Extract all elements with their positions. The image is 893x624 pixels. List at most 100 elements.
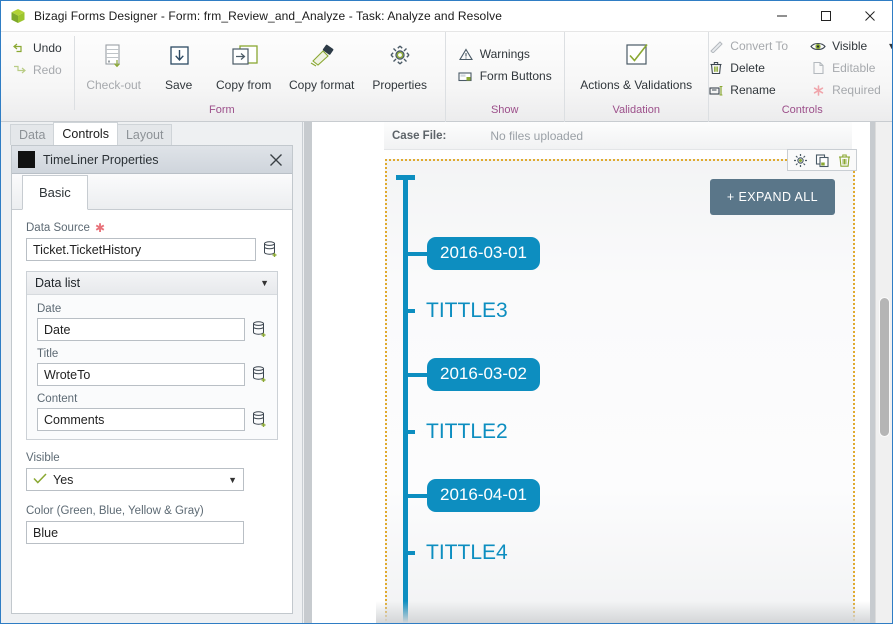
timeline-date-pill[interactable]: 2016-03-02 (427, 358, 540, 391)
rename-icon (708, 82, 724, 98)
warnings-button[interactable]: Warnings (452, 43, 558, 65)
delete-button[interactable]: Delete (702, 57, 794, 79)
required-toggle[interactable]: Required (804, 79, 892, 101)
actions-validations-button[interactable]: Actions & Validations (566, 32, 706, 104)
timeline-tick (403, 372, 427, 377)
data-source-label-row: Data Source ✱ (26, 222, 278, 234)
properties-panel-header: TimeLiner Properties (12, 146, 292, 174)
main-content: Data Controls Layout TimeLiner Propertie… (1, 122, 892, 623)
ribbon-group-show: Warnings Form Buttons Show (446, 32, 565, 122)
form-canvas: Case File: No files uploaded + EXPAND AL… (304, 122, 892, 623)
properties-label: Properties (372, 78, 428, 92)
timeline-axis-cap (396, 175, 415, 180)
timeline-title-text[interactable]: TITTLE3 (426, 300, 508, 321)
database-add-icon[interactable] (251, 411, 267, 429)
canvas-scrollbar-thumb[interactable] (879, 297, 890, 437)
convert-to-button[interactable]: Convert To (702, 35, 794, 57)
editable-toggle[interactable]: Editable (804, 57, 892, 79)
data-source-label: Data Source (26, 222, 90, 234)
properties-button[interactable]: Properties (361, 32, 439, 104)
copy-from-icon (227, 38, 261, 78)
chevron-down-icon[interactable]: ▼ (260, 278, 269, 288)
required-label: Required (832, 83, 881, 97)
check-out-button[interactable]: Check-out (75, 32, 153, 104)
save-icon (164, 38, 194, 78)
timeline-entry-title[interactable]: TITTLE3 (403, 300, 508, 321)
database-add-icon[interactable] (251, 366, 267, 384)
timeline-date-pill[interactable]: 2016-03-01 (427, 237, 540, 270)
delete-label: Delete (730, 61, 765, 75)
timeliner-widget[interactable]: + EXPAND ALL 2016-03-01 TITTLE3 2016-03-… (385, 149, 857, 623)
tab-controls[interactable]: Controls (53, 122, 118, 145)
chevron-down-icon[interactable]: ▼ (887, 41, 892, 51)
rename-button[interactable]: Rename (702, 79, 794, 101)
case-file-label: Case File: (392, 129, 447, 142)
close-button[interactable] (848, 1, 892, 32)
save-button[interactable]: Save (153, 32, 205, 104)
bizagi-forms-designer-window: Bizagi Forms Designer - Form: frm_Review… (0, 0, 893, 624)
timeline-tick (403, 251, 427, 256)
data-list-header[interactable]: Data list ▼ (27, 272, 277, 295)
date-field-input[interactable] (37, 318, 245, 341)
visible-toggle[interactable]: Visible ▼ (804, 35, 892, 57)
title-field-label: Title (37, 348, 59, 360)
check-out-icon (100, 38, 128, 78)
expand-all-button[interactable]: + EXPAND ALL (709, 179, 835, 215)
tab-layout[interactable]: Layout (116, 124, 173, 145)
undo-button[interactable]: Undo (5, 37, 68, 59)
title-field-input[interactable] (37, 363, 245, 386)
timeline-tick (403, 550, 415, 555)
data-source-input[interactable] (26, 238, 256, 261)
minimize-button[interactable] (760, 1, 804, 32)
redo-button[interactable]: Redo (5, 59, 68, 81)
color-field-row (26, 521, 278, 544)
rename-label: Rename (730, 83, 776, 97)
timeline-tick (403, 308, 415, 313)
ribbon-toolbar: Undo Redo Check-out Save Copy from Copy … (1, 32, 892, 122)
copy-format-label: Copy format (289, 78, 355, 92)
ribbon-group-form-title: Form (209, 104, 235, 116)
control-color-swatch (18, 151, 35, 168)
ribbon-group-show-title: Show (490, 104, 519, 116)
gear-icon[interactable] (791, 151, 809, 169)
tab-data[interactable]: Data (10, 124, 55, 145)
timeline-entry-date[interactable]: 2016-03-01 (403, 237, 540, 270)
database-add-icon[interactable] (251, 321, 267, 339)
timeline-date-pill[interactable]: 2016-04-01 (427, 479, 540, 512)
timeline-tick (403, 493, 427, 498)
redo-label: Redo (33, 63, 62, 77)
timeline-entry-title[interactable]: TITTLE4 (403, 542, 508, 563)
content-field-input[interactable] (37, 408, 245, 431)
window-controls (760, 1, 892, 32)
timeline-title-text[interactable]: TITTLE4 (426, 542, 508, 563)
widget-toolbar (787, 149, 857, 171)
duplicate-icon[interactable] (813, 151, 831, 169)
ribbon-group-controls-title: Controls (781, 104, 823, 116)
maximize-button[interactable] (804, 1, 848, 32)
copy-format-button[interactable]: Copy format (283, 32, 361, 104)
copy-from-button[interactable]: Copy from (205, 32, 283, 104)
date-field-row (37, 318, 267, 341)
warning-triangle-icon (458, 46, 474, 62)
trash-icon[interactable] (835, 151, 853, 169)
chevron-down-icon[interactable]: ▼ (228, 475, 237, 485)
timeline-entry-date[interactable]: 2016-03-02 (403, 358, 540, 391)
convert-to-icon (708, 38, 724, 54)
color-input[interactable] (26, 521, 244, 544)
timeline-entry-date[interactable]: 2016-04-01 (403, 479, 540, 512)
timeline-title-text[interactable]: TITTLE2 (426, 421, 508, 442)
convert-to-label: Convert To (730, 39, 789, 53)
timeline-entry-title[interactable]: TITTLE2 (403, 421, 508, 442)
form-buttons-button[interactable]: Form Buttons (452, 65, 558, 87)
database-add-icon[interactable] (262, 241, 278, 259)
properties-subtab-row: Basic (12, 174, 292, 210)
window-title-bar: Bizagi Forms Designer - Form: frm_Review… (1, 1, 892, 32)
close-icon[interactable] (266, 150, 286, 170)
canvas-vertical-scrollbar[interactable] (875, 122, 892, 623)
trash-icon (708, 60, 724, 76)
ribbon-group-form: Undo Redo Check-out Save Copy from Copy … (1, 32, 446, 122)
checkmark-box-icon (619, 38, 653, 78)
undo-label: Undo (33, 41, 62, 55)
tab-basic[interactable]: Basic (22, 175, 88, 210)
visible-select[interactable]: Yes ▼ (26, 468, 244, 491)
